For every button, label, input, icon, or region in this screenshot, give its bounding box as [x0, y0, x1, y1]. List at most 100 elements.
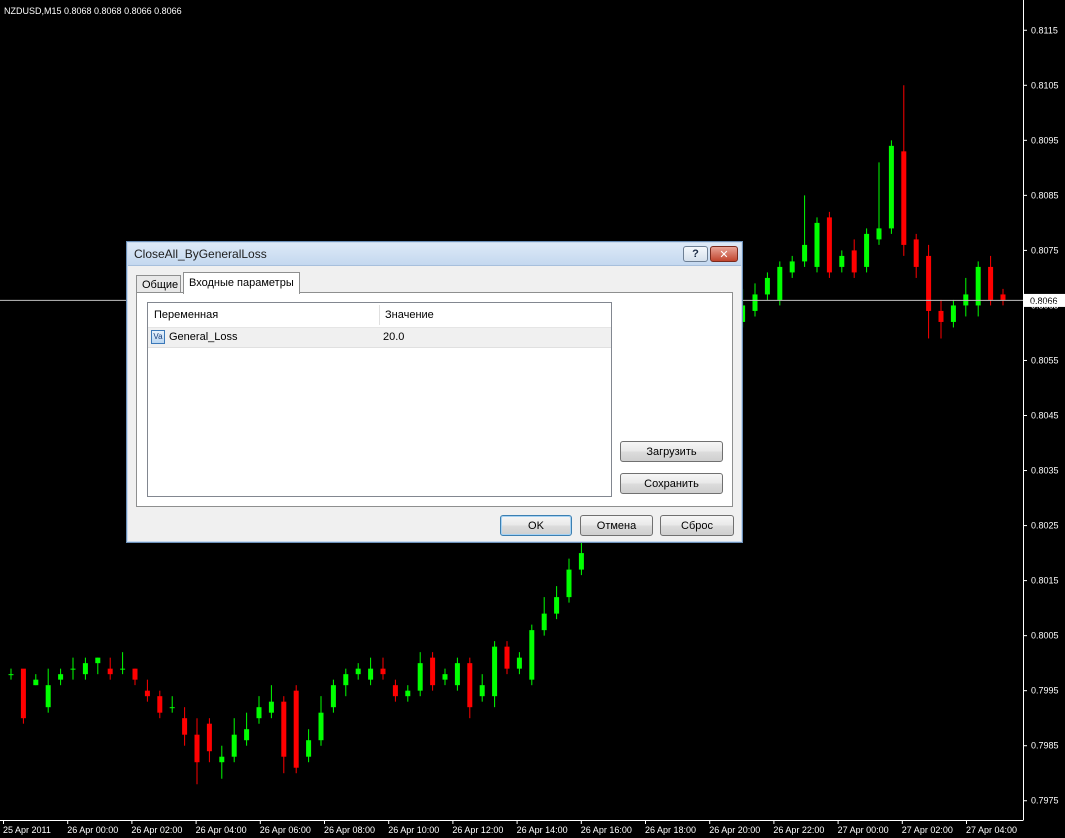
time-tick-label: 26 Apr 16:00: [581, 825, 632, 835]
candle: [430, 652, 436, 691]
candle: [8, 668, 14, 680]
candle: [963, 277, 969, 317]
candle: [392, 679, 398, 702]
candle: [169, 696, 175, 713]
price-tick-label: 0.8035: [1031, 466, 1059, 476]
candle: [802, 195, 808, 267]
candle: [516, 652, 522, 675]
price-axis: 0.8115 0.8105 0.8095 0.8085 0.8075 0.8065 0.80…: [1023, 25, 1059, 806]
candle: [343, 668, 349, 697]
time-tick-label: 26 Apr 22:00: [773, 825, 824, 835]
price-tick-label: 0.8095: [1031, 135, 1059, 145]
candle: [256, 696, 262, 724]
price-tick-label: 0.8015: [1031, 576, 1059, 586]
candle: [839, 250, 845, 273]
candle: [913, 233, 919, 278]
close-button[interactable]: ✕: [710, 246, 738, 262]
candle: [107, 657, 113, 680]
candle: [206, 718, 212, 763]
candle: [554, 586, 560, 620]
expert-properties-dialog: CloseAll_ByGeneralLoss ? ✕ Общие Входные…: [126, 241, 743, 543]
tab-input-parameters[interactable]: Входные параметры: [183, 272, 300, 294]
candle: [132, 668, 138, 686]
time-tick-label: 26 Apr 04:00: [196, 825, 247, 835]
candle: [926, 244, 932, 339]
input-parameters-panel: Переменная Значение Va General_Loss 20.0…: [136, 292, 733, 507]
price-tick-label: 0.7975: [1031, 796, 1059, 806]
candle: [182, 707, 188, 746]
candle: [82, 657, 88, 680]
price-tick-label: 0.8005: [1031, 631, 1059, 641]
candle: [764, 272, 770, 300]
time-tick-label: 26 Apr 02:00: [131, 825, 182, 835]
candle: [194, 718, 200, 785]
candle: [777, 261, 783, 306]
table-row[interactable]: Va General_Loss 20.0: [148, 328, 611, 348]
price-tick-label: 0.8055: [1031, 355, 1059, 365]
variable-icon: Va: [151, 330, 165, 344]
candle: [988, 255, 994, 306]
candle: [268, 685, 274, 719]
dialog-titlebar[interactable]: CloseAll_ByGeneralLoss ? ✕: [128, 243, 741, 266]
time-tick-label: 26 Apr 08:00: [324, 825, 375, 835]
cancel-button[interactable]: Отмена: [580, 515, 653, 536]
candle: [306, 729, 312, 763]
table-header: Переменная Значение: [148, 303, 611, 328]
column-header-variable[interactable]: Переменная: [154, 309, 218, 321]
candle: [417, 652, 423, 697]
candle: [541, 597, 547, 636]
candle: [975, 261, 981, 317]
candle: [826, 211, 832, 278]
time-tick-label: 27 Apr 00:00: [838, 825, 889, 835]
candle: [492, 641, 498, 708]
candle: [442, 668, 448, 686]
ok-button[interactable]: OK: [500, 515, 572, 536]
candle: [157, 690, 163, 719]
price-tick-label: 0.8105: [1031, 80, 1059, 90]
close-icon: ✕: [719, 248, 729, 261]
time-tick-label: 26 Apr 00:00: [67, 825, 118, 835]
candle: [938, 299, 944, 339]
candle: [529, 624, 535, 686]
question-icon: ?: [692, 248, 699, 260]
candle: [355, 663, 361, 680]
column-header-value[interactable]: Значение: [385, 309, 434, 321]
time-tick-label: 26 Apr 20:00: [709, 825, 760, 835]
candle: [454, 657, 460, 691]
candle: [281, 696, 287, 774]
reset-button[interactable]: Сброс: [660, 515, 734, 536]
candle: [888, 140, 894, 234]
load-button[interactable]: Загрузить: [620, 441, 723, 462]
candle: [219, 745, 225, 779]
candle: [33, 674, 39, 686]
candle: [330, 679, 336, 713]
time-tick-label: 26 Apr 10:00: [388, 825, 439, 835]
time-tick-label: 27 Apr 02:00: [902, 825, 953, 835]
tab-general[interactable]: Общие: [136, 275, 181, 293]
candle: [467, 657, 473, 719]
time-tick-label: 26 Apr 14:00: [517, 825, 568, 835]
candle: [45, 668, 51, 713]
parameter-value[interactable]: 20.0: [383, 331, 404, 343]
price-tick-label: 0.8045: [1031, 411, 1059, 421]
price-tick-label: 0.8065: [1031, 300, 1059, 310]
price-tick-label: 0.8085: [1031, 190, 1059, 200]
save-button[interactable]: Сохранить: [620, 473, 723, 494]
time-tick-label: 26 Apr 12:00: [452, 825, 503, 835]
price-tick-label: 0.8115: [1031, 25, 1058, 35]
help-button[interactable]: ?: [683, 246, 708, 262]
candle: [120, 652, 126, 675]
parameters-table[interactable]: Переменная Значение Va General_Loss 20.0: [147, 302, 612, 497]
candle: [901, 85, 907, 256]
price-tick-label: 0.7995: [1031, 686, 1059, 696]
candle: [293, 685, 299, 774]
candle: [244, 712, 250, 746]
candle: [405, 685, 411, 702]
time-tick-label: 26 Apr 18:00: [645, 825, 696, 835]
candle: [789, 255, 795, 278]
candle: [231, 718, 237, 763]
time-tick-label: 25 Apr 2011: [3, 825, 51, 835]
column-divider[interactable]: [379, 305, 380, 325]
chart-header: NZDUSD,M15 0.8068 0.8068 0.8066 0.8066: [4, 6, 182, 16]
candle: [58, 668, 64, 686]
